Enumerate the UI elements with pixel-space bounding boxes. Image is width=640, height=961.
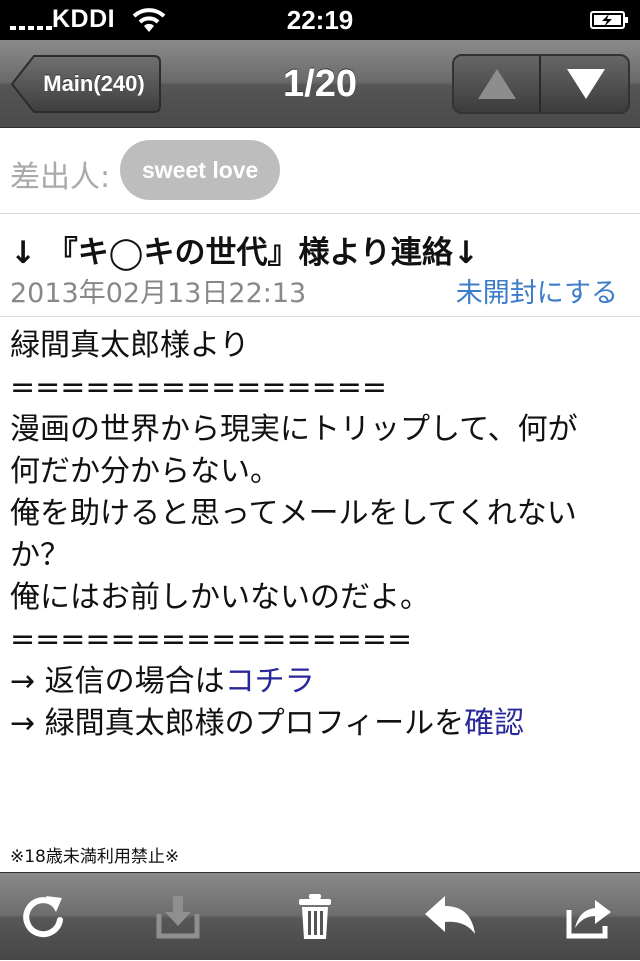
navigation-bar: Main(240) 1/20 [0, 40, 640, 128]
bottom-toolbar [0, 872, 640, 960]
status-bar: KDDI 22:19 [0, 0, 640, 40]
profile-line: → 緑間真太郎様のプロフィールを確認 [10, 703, 635, 745]
age-restriction-note: ※18歳未満利用禁止※ [10, 847, 180, 867]
reply-prefix: → 返信の場合は [10, 664, 225, 699]
reply-button[interactable] [398, 873, 498, 961]
sender-row: 差出人: sweet love [0, 128, 640, 214]
reply-line: → 返信の場合はコチラ [10, 661, 635, 703]
refresh-button[interactable] [0, 873, 93, 961]
message-body: 緑間真太郎様より =============== 漫画の世界から現実にトリップし… [10, 325, 635, 745]
body-line: ================ [10, 622, 413, 657]
reply-link[interactable]: コチラ [225, 664, 315, 699]
sender-label: 差出人: [10, 160, 111, 195]
subject-header: ↓ 『キ◯キの世代』様より連絡↓ 2013年02月13日22:13 未開封にする [0, 215, 640, 317]
body-line: =============== [10, 370, 388, 405]
triangle-down-icon [567, 69, 605, 99]
next-message-button[interactable] [543, 56, 628, 112]
save-button[interactable] [129, 873, 229, 961]
profile-link[interactable]: 確認 [464, 706, 524, 741]
delete-button[interactable] [266, 873, 366, 961]
battery-charging-icon [590, 11, 628, 29]
trash-icon [299, 894, 331, 939]
body-line: 何だか分からない。 [10, 454, 280, 489]
sender-chip[interactable]: sweet love [120, 140, 281, 200]
message-position-title: 1/20 [283, 63, 357, 105]
body-line: か？ [10, 538, 70, 573]
message-subject: ↓ 『キ◯キの世代』様より連絡↓ [10, 235, 479, 271]
message-navigation-segmented-control [452, 54, 630, 114]
body-line: 俺にはお前しかいないのだよ。 [10, 580, 430, 615]
back-button[interactable]: Main(240) [10, 54, 162, 114]
profile-prefix: → 緑間真太郎様のプロフィールを [10, 706, 465, 741]
body-line: 緑間真太郎様より [10, 328, 250, 363]
forward-button[interactable] [540, 873, 640, 961]
download-icon [156, 896, 200, 939]
refresh-icon [23, 896, 63, 938]
back-button-label: Main(240) [43, 71, 145, 96]
body-line: 漫画の世界から現実にトリップして、何が [10, 412, 578, 447]
previous-message-button[interactable] [454, 56, 541, 112]
body-line: 俺を助けると思ってメールをしてくれない [10, 496, 577, 531]
message-date: 2013年02月13日22:13 [10, 278, 307, 309]
reply-icon [425, 896, 475, 934]
triangle-up-icon [478, 69, 516, 99]
mark-unread-link[interactable]: 未開封にする [456, 271, 618, 310]
status-time: 22:19 [286, 5, 354, 35]
forward-share-icon [566, 900, 611, 939]
